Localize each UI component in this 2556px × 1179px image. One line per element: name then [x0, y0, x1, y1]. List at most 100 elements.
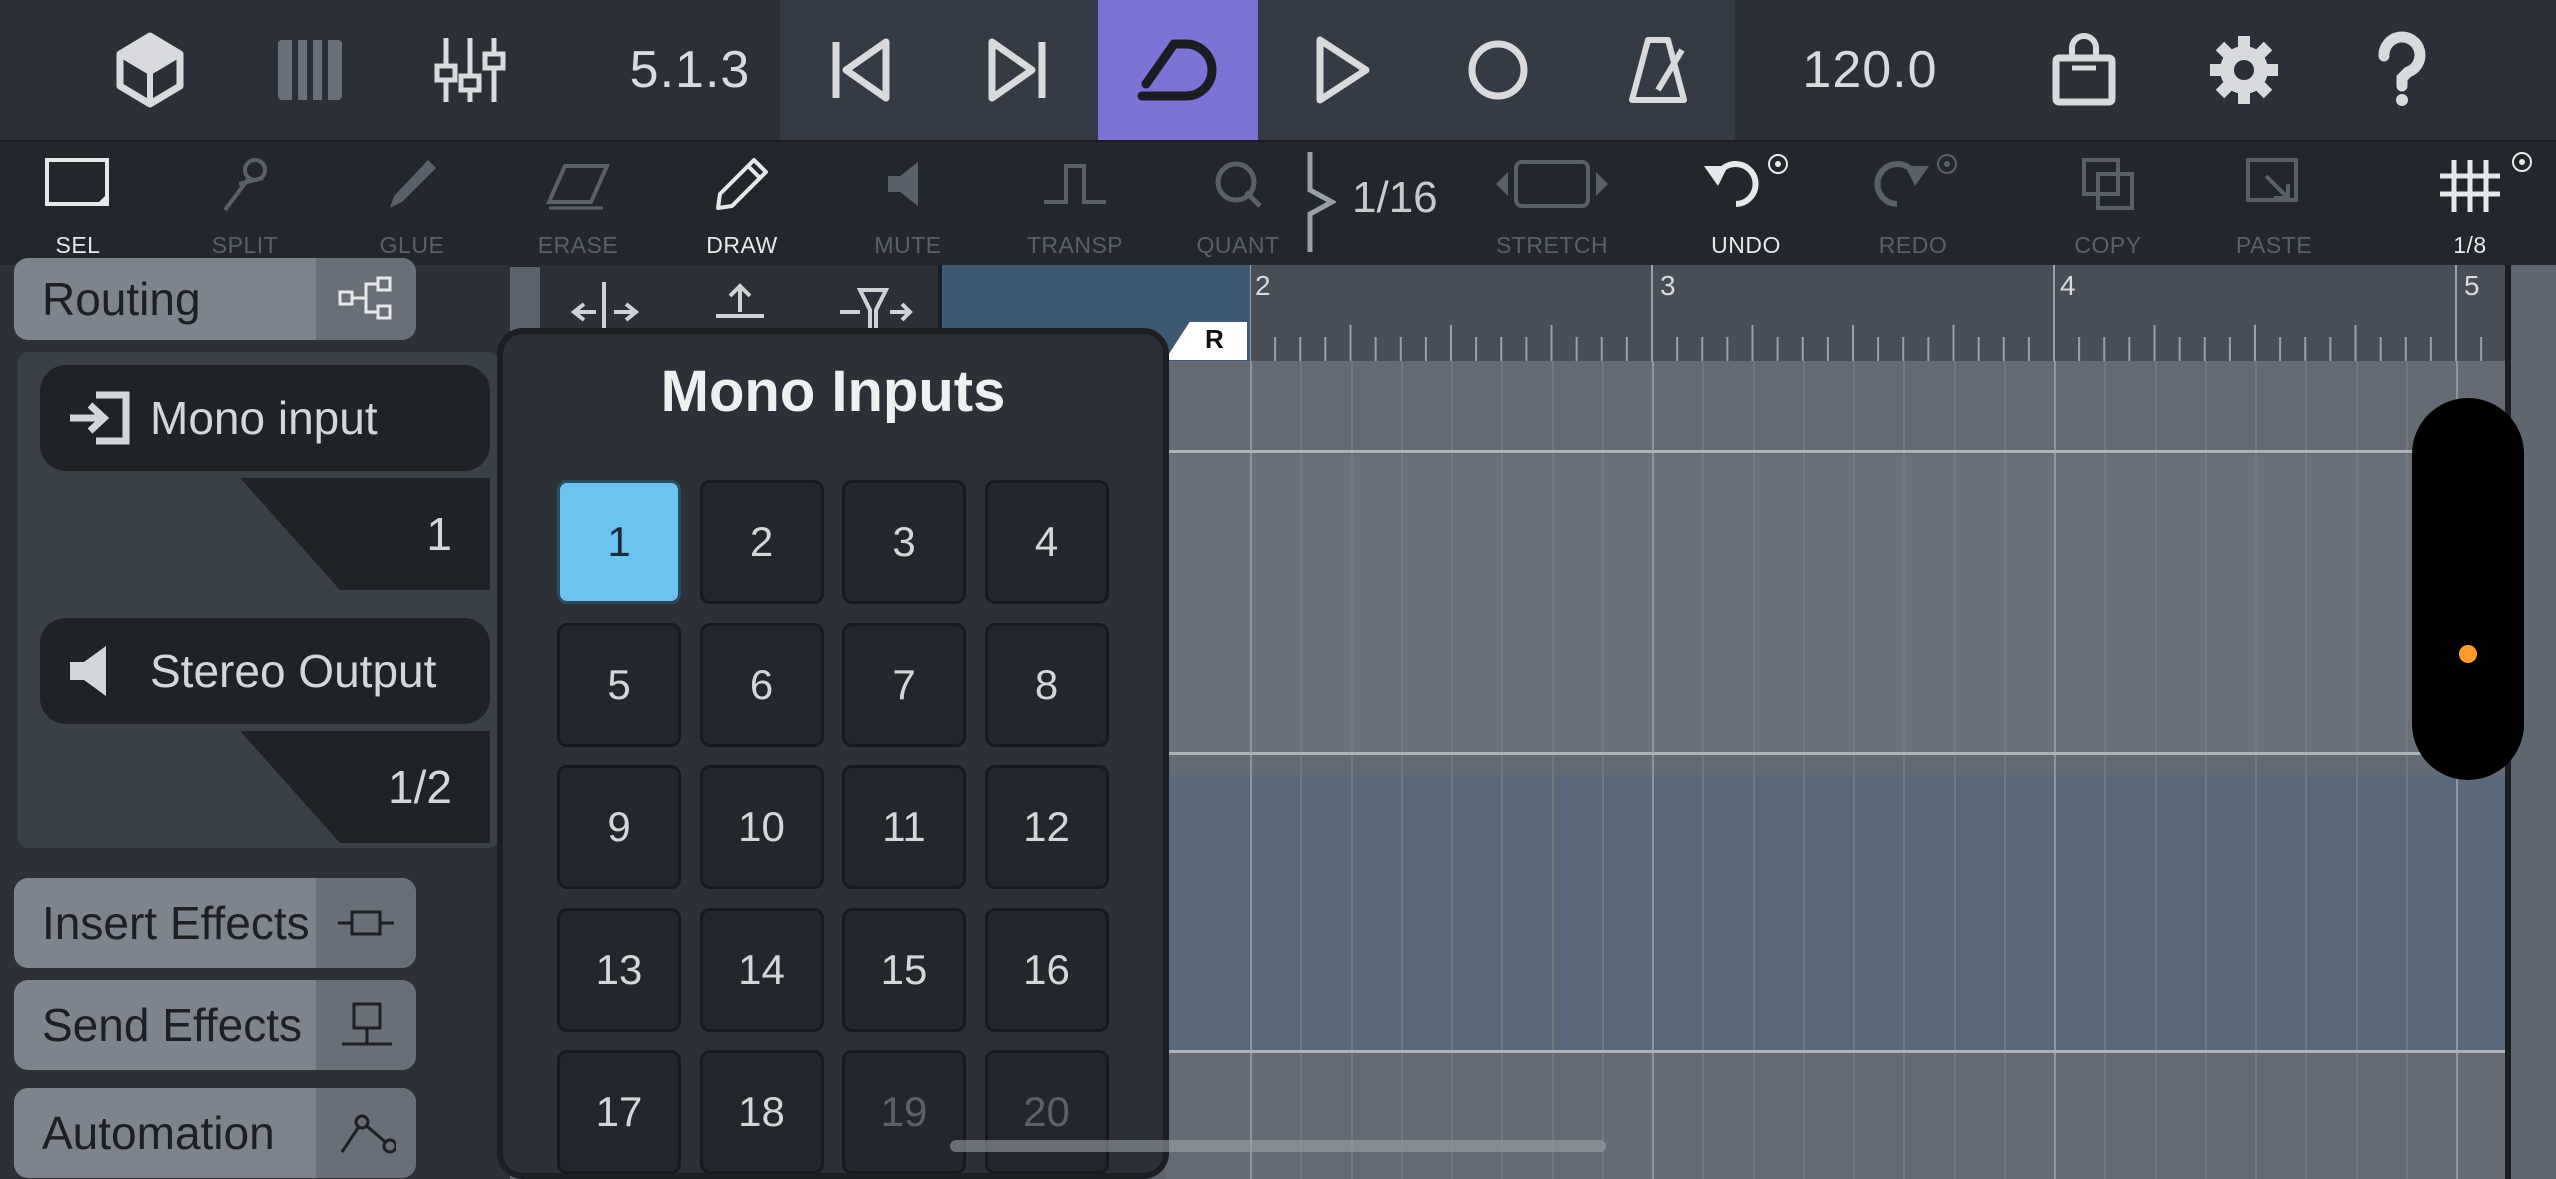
send-effects-header[interactable]: Send Effects: [14, 980, 416, 1070]
insert-icon: [316, 878, 416, 968]
track-divider: [1165, 752, 2521, 755]
play-icon[interactable]: [1290, 0, 1390, 140]
tool-glue[interactable]: GLUE: [342, 140, 482, 265]
copy-icon: [2038, 154, 2178, 214]
input-key[interactable]: 7: [842, 622, 966, 747]
tool-select[interactable]: SEL: [8, 140, 148, 265]
mono-inputs-popup: Mono Inputs 1 2 3 4 5 6 7 8 9 10 11 12 13 14 15 16 17 18 1…: [497, 328, 1169, 1179]
tool-quantize[interactable]: QUANT: [1168, 140, 1308, 265]
tool-redo[interactable]: REDO: [1843, 140, 1983, 265]
stereo-output-selector[interactable]: Stereo Output: [40, 618, 490, 724]
grid-line: [1601, 361, 1604, 1179]
redo-icon: [1843, 154, 1983, 214]
grid-line: [1551, 361, 1554, 1179]
tool-split[interactable]: SPLIT: [175, 140, 315, 265]
input-key[interactable]: 5: [557, 622, 681, 747]
input-key[interactable]: 12: [984, 765, 1109, 889]
skip-forward-icon[interactable]: [968, 0, 1068, 140]
snap-grid-icon: [2400, 152, 2540, 214]
input-key[interactable]: 1: [557, 480, 681, 604]
input-arrow-icon: [66, 391, 132, 450]
paste-icon: [2204, 154, 2344, 214]
input-key[interactable]: 18: [699, 1050, 824, 1174]
input-key[interactable]: 20: [984, 1050, 1109, 1174]
metronome-icon[interactable]: [1608, 0, 1708, 140]
mixer-icon[interactable]: [420, 0, 520, 140]
grid-line: [1903, 361, 1906, 1179]
grid-line: [2204, 361, 2207, 1179]
insert-effects-header[interactable]: Insert Effects: [14, 878, 416, 968]
routing-section-header[interactable]: Routing: [14, 258, 416, 340]
input-key[interactable]: 3: [842, 480, 966, 604]
position-display[interactable]: 5.1.3: [600, 0, 780, 140]
speaker-icon: [66, 644, 116, 703]
input-key[interactable]: 8: [984, 622, 1109, 747]
mute-icon: [838, 154, 978, 214]
select-icon: [8, 154, 148, 214]
track-lane-1[interactable]: [1165, 455, 2521, 752]
grid-line: [1802, 361, 1805, 1179]
send-icon: [316, 980, 416, 1070]
stretch-icon: [1482, 154, 1622, 214]
keyboard-icon[interactable]: [260, 0, 360, 140]
skip-back-icon[interactable]: [810, 0, 910, 140]
grid-line: [2255, 361, 2257, 1179]
tempo-display[interactable]: 120.0: [1780, 0, 1960, 140]
grid-line: [2003, 361, 2006, 1179]
record-icon[interactable]: [1448, 0, 1548, 140]
input-key[interactable]: 6: [699, 622, 824, 747]
pencil-icon: [672, 154, 812, 214]
input-key[interactable]: 16: [984, 907, 1109, 1032]
ruler-bar-4: 4: [2060, 270, 2076, 301]
home-indicator[interactable]: [950, 1140, 1606, 1152]
cycle-icon: [1137, 39, 1217, 101]
grid-line: [1451, 361, 1453, 1179]
input-key[interactable]: 4: [984, 480, 1109, 604]
record-marker-label: R: [1205, 324, 1224, 354]
quantize-value[interactable]: 1/16: [1352, 168, 1472, 228]
mono-input-label: Mono input: [150, 392, 378, 444]
vertical-scroll-handle[interactable]: [2412, 398, 2524, 780]
help-question-icon[interactable]: [2352, 0, 2452, 140]
grid-line: [1652, 361, 1654, 1179]
grid-line: [2305, 361, 2308, 1179]
input-key[interactable]: 17: [557, 1050, 681, 1174]
tool-snap-grid[interactable]: 1/8: [2400, 140, 2540, 265]
grid-line: [2054, 361, 2056, 1179]
popup-title: Mono Inputs: [660, 359, 1006, 424]
grid-line: [1953, 361, 1956, 1179]
track-divider: [1165, 450, 2521, 453]
eraser-icon: [508, 154, 648, 214]
automation-header[interactable]: Automation: [14, 1088, 416, 1178]
tool-transpose[interactable]: TRANSP: [1005, 140, 1145, 265]
input-key[interactable]: 11: [842, 765, 966, 889]
scissors-icon: [175, 154, 315, 214]
input-key[interactable]: 13: [557, 907, 681, 1032]
tool-copy[interactable]: COPY: [2038, 140, 2178, 265]
input-key[interactable]: 9: [557, 765, 681, 889]
input-key[interactable]: 2: [699, 480, 824, 604]
input-key[interactable]: 10: [699, 765, 824, 889]
track-lane-2-selected[interactable]: [1165, 775, 2521, 1050]
grid-line: [1501, 361, 1504, 1179]
tool-stretch[interactable]: STRETCH: [1482, 140, 1622, 265]
tool-undo[interactable]: UNDO: [1676, 140, 1816, 265]
ruler-bar-5: 5: [2464, 270, 2480, 301]
input-key[interactable]: 15: [842, 907, 966, 1032]
grid-line: [1300, 361, 1303, 1179]
project-cube-icon[interactable]: [100, 0, 200, 140]
tool-draw[interactable]: DRAW: [672, 140, 812, 265]
tool-mute[interactable]: MUTE: [838, 140, 978, 265]
input-key[interactable]: 19: [842, 1050, 966, 1174]
input-key[interactable]: 14: [699, 907, 824, 1032]
undo-icon: [1676, 154, 1816, 214]
tool-paste[interactable]: PASTE: [2204, 140, 2344, 265]
cycle-button[interactable]: [1098, 0, 1258, 140]
mono-input-selector[interactable]: Mono input: [40, 365, 490, 471]
shop-bag-icon[interactable]: [2034, 0, 2134, 140]
settings-gear-icon[interactable]: [2194, 0, 2294, 140]
grid-line: [1350, 361, 1353, 1179]
routing-title: Routing: [42, 273, 201, 325]
tool-erase[interactable]: ERASE: [508, 140, 648, 265]
grid-line: [1702, 361, 1705, 1179]
